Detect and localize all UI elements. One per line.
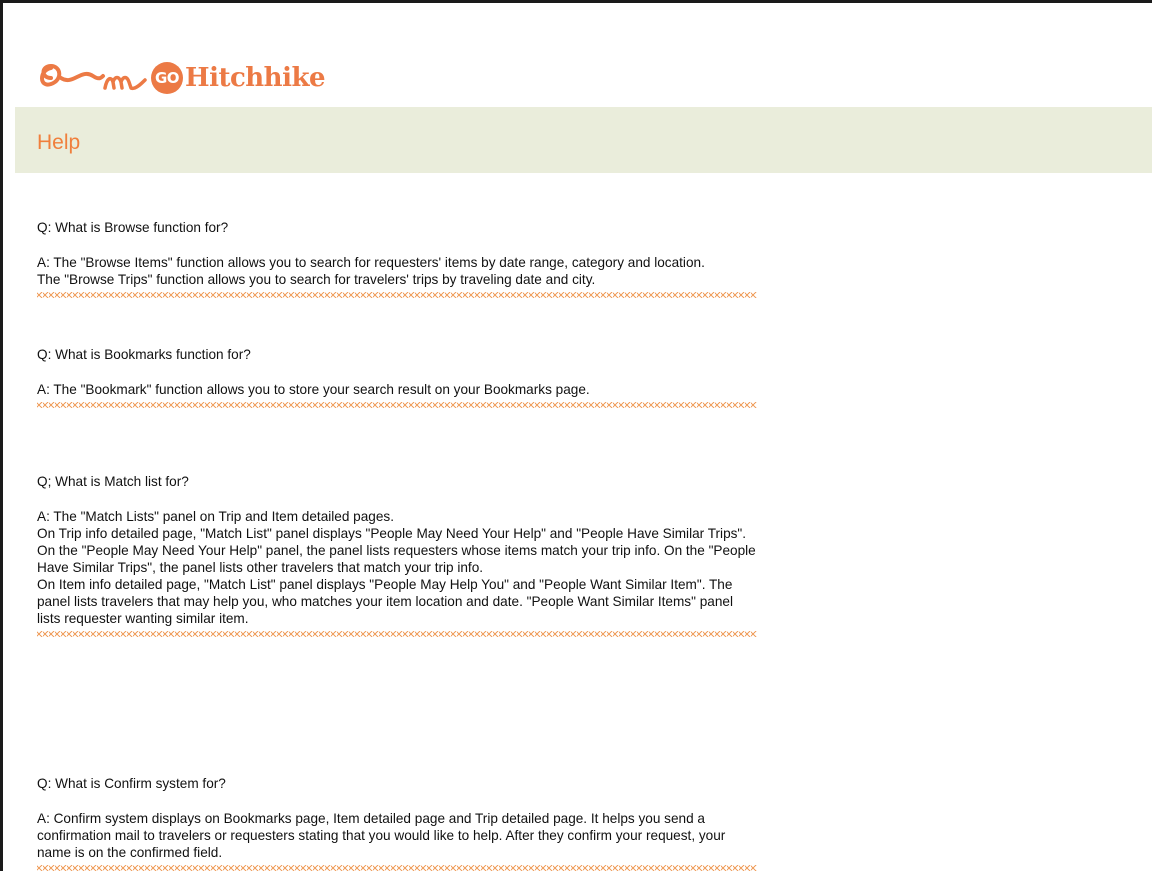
- go-badge: GO: [151, 62, 183, 94]
- faq-question: Q: What is Confirm system for?: [37, 776, 226, 791]
- faq-answer-paragraph: A: The "Match Lists" panel on Trip and I…: [37, 509, 395, 524]
- brand-name: Hitchhike: [185, 63, 326, 93]
- page-header-bar: Help: [15, 107, 1152, 173]
- faq-answer-paragraph: A: The "Bookmark" function allows you to…: [37, 382, 590, 397]
- faq-item-confirm: Q: What is Confirm system for? A: Confir…: [37, 775, 757, 871]
- swirl-logo-icon: [40, 63, 147, 91]
- faq-answer-paragraph: A: The "Browse Items" function allows yo…: [37, 255, 705, 270]
- faq-answer-paragraph: On Item info detailed page, "Match List"…: [37, 577, 733, 626]
- wavy-divider: [37, 402, 757, 408]
- faq-answer-paragraph: The "Browse Trips" function allows you t…: [37, 272, 596, 287]
- wavy-divider: [37, 631, 757, 637]
- faq-item-match-list: Q; What is Match list for? A: The "Match…: [37, 473, 757, 775]
- faq-answer-paragraph: A: Confirm system displays on Bookmarks …: [37, 811, 726, 860]
- faq-answer: A: The "Bookmark" function allows you to…: [37, 381, 757, 398]
- faq-question: Q: What is Browse function for?: [37, 220, 229, 235]
- faq-question: Q; What is Match list for?: [37, 474, 189, 489]
- wavy-divider: [37, 865, 757, 871]
- faq-answer-paragraph: On Trip info detailed page, "Match List"…: [37, 526, 756, 575]
- faq-list: Q: What is Browse function for? A: The "…: [37, 219, 757, 871]
- faq-item-bookmarks: Q: What is Bookmarks function for? A: Th…: [37, 346, 757, 473]
- wavy-divider: [37, 292, 757, 298]
- faq-item-browse: Q: What is Browse function for? A: The "…: [37, 219, 757, 346]
- faq-answer: A: The "Browse Items" function allows yo…: [37, 254, 757, 288]
- faq-question: Q: What is Bookmarks function for?: [37, 347, 251, 362]
- faq-answer: A: The "Match Lists" panel on Trip and I…: [37, 508, 757, 627]
- page-title: Help: [37, 131, 81, 154]
- page-frame: GO Hitchhike Help Q: What is Browse func…: [0, 0, 1152, 871]
- hitchhike-logo[interactable]: GO Hitchhike: [37, 53, 326, 103]
- go-badge-label: GO: [154, 69, 180, 87]
- faq-answer: A: Confirm system displays on Bookmarks …: [37, 810, 757, 861]
